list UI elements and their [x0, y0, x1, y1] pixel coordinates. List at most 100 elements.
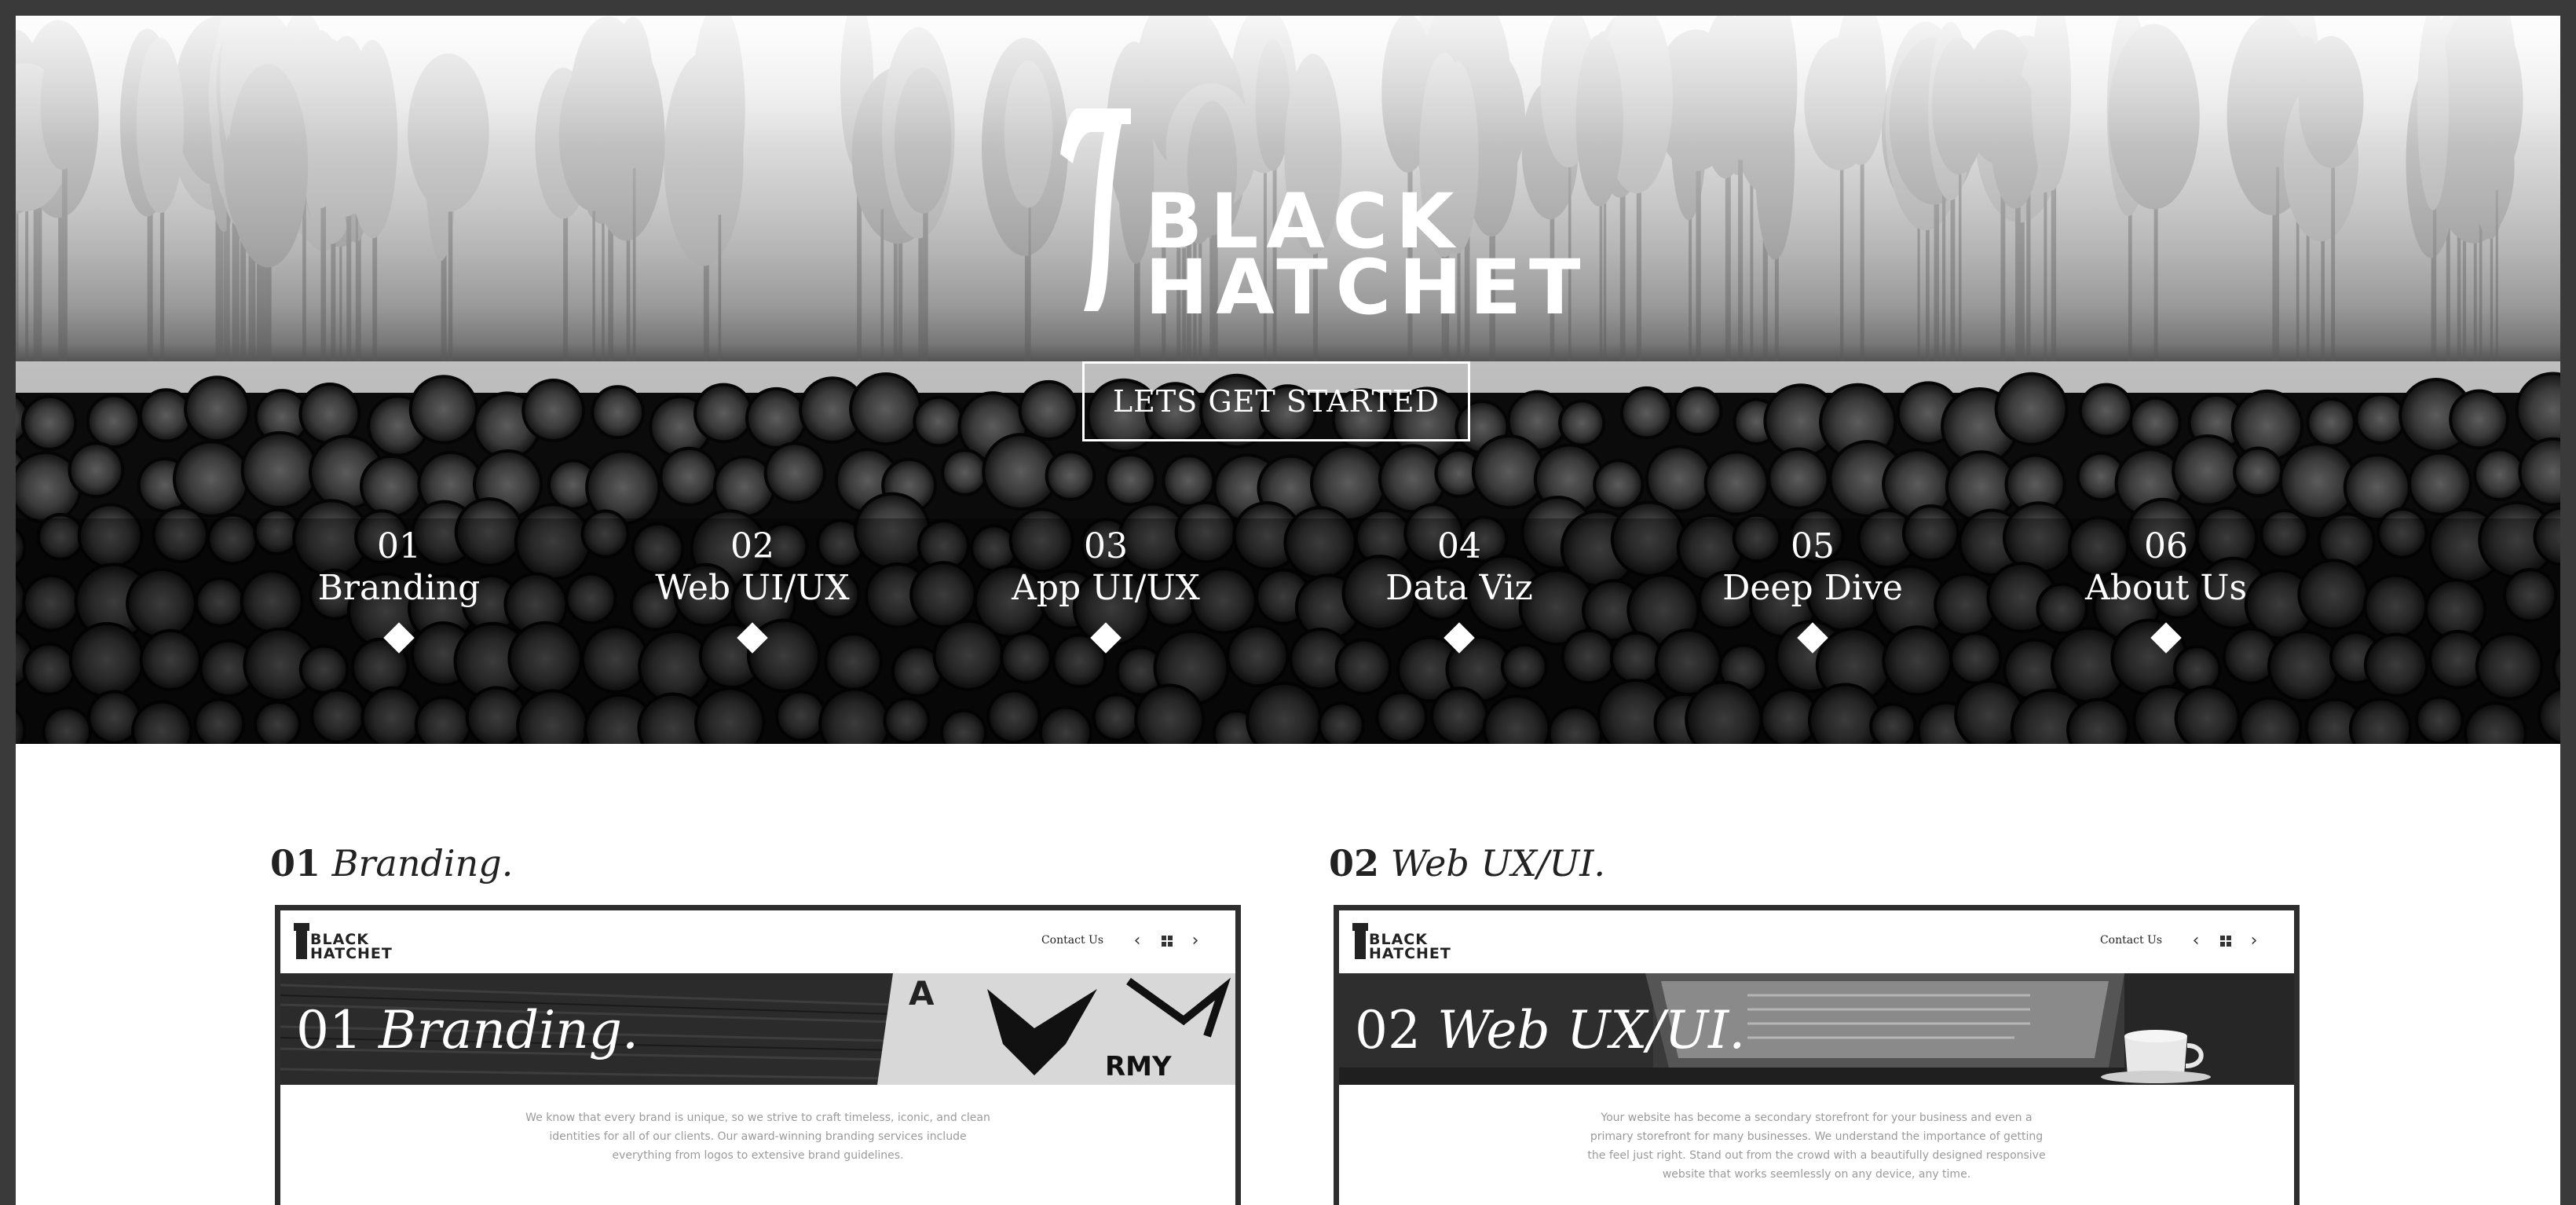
- log-end: [240, 430, 319, 510]
- log-end: [2449, 389, 2509, 450]
- diamond-icon: [737, 621, 768, 654]
- log-end: [2233, 446, 2284, 498]
- section-nav: 01 Branding 02 Web UI/UX 03 App UI/UX 04…: [16, 526, 2560, 683]
- nav-item-data-viz[interactable]: 04 Data Viz: [1334, 526, 1585, 654]
- hatchet-logo-icon: [1352, 923, 1368, 959]
- diamond-icon: [383, 621, 415, 654]
- nav-item-web-ui-ux[interactable]: 02 Web UI/UX: [627, 526, 878, 654]
- grid-icon[interactable]: [1162, 936, 1173, 947]
- log-end: [591, 385, 646, 440]
- nav-item-label: App UI/UX: [1012, 567, 1200, 608]
- log-end: [1619, 386, 1674, 440]
- nav-item-number: 06: [2144, 526, 2188, 566]
- log-end: [2128, 396, 2182, 449]
- log-end: [172, 440, 251, 518]
- nav-item-app-ui-ux[interactable]: 03 App UI/UX: [980, 526, 1231, 654]
- banner-name: Branding.: [378, 1000, 639, 1060]
- chevron-left-icon[interactable]: ‹: [1129, 932, 1146, 950]
- diamond-icon: [1444, 621, 1475, 654]
- nav-item-number: 02: [730, 526, 774, 566]
- log-end: [1471, 434, 1547, 510]
- preview-banner: A RMY 01 Branding.: [280, 973, 1235, 1085]
- log-end: [1673, 386, 1723, 437]
- banner-name: Web UX/UI.: [1436, 1000, 1746, 1060]
- nav-item-branding[interactable]: 01 Branding: [273, 526, 525, 654]
- banner-title: 02 Web UX/UI.: [1355, 1005, 1745, 1057]
- description-line: the feel just right. Stand out from the …: [1587, 1149, 2046, 1162]
- log-end: [2078, 383, 2134, 438]
- log-end: [359, 454, 423, 518]
- log-end: [298, 383, 361, 445]
- section-name: Branding.: [331, 842, 514, 885]
- log-end: [763, 441, 826, 504]
- log-end: [2172, 434, 2244, 507]
- log-end: [940, 449, 989, 496]
- log-end: [2473, 448, 2527, 502]
- svg-text:RMY: RMY: [1105, 1051, 1172, 1082]
- nav-item-number: 03: [1084, 526, 1128, 566]
- grid-icon[interactable]: [2220, 936, 2231, 947]
- preview-logo[interactable]: BLACK HATCHET: [294, 923, 392, 962]
- preview-topbar: BLACK HATCHET Contact Us ‹ ›: [280, 910, 1235, 973]
- log-end: [1703, 450, 1769, 516]
- log-end: [913, 395, 964, 448]
- log-end: [659, 446, 719, 507]
- log-end: [86, 394, 141, 449]
- preview-logo-word-2: HATCHET: [1369, 945, 1451, 962]
- description-line: primary storefront for many businesses. …: [1590, 1130, 2044, 1143]
- description-line: everything from logos to extensive brand…: [612, 1149, 904, 1162]
- preview-description: Your website has become a secondary stor…: [1339, 1108, 2294, 1184]
- diamond-icon: [2150, 621, 2182, 654]
- log-end: [693, 383, 754, 444]
- nav-item-number: 04: [1437, 526, 1481, 566]
- log-end: [2355, 392, 2407, 445]
- log-end: [68, 441, 125, 499]
- chevron-right-icon[interactable]: ›: [1187, 932, 1204, 950]
- contact-us-link[interactable]: Contact Us: [1041, 934, 1103, 947]
- log-end: [2306, 397, 2356, 448]
- chevron-left-icon[interactable]: ‹: [2187, 932, 2205, 950]
- nav-item-number: 05: [1791, 526, 1835, 566]
- banner-number: 02: [1355, 1000, 1421, 1060]
- preview-topbar: BLACK HATCHET Contact Us ‹ ›: [1339, 910, 2294, 973]
- log-end: [1767, 447, 1830, 510]
- log-end: [21, 394, 78, 451]
- nav-item-deep-dive[interactable]: 05 Deep Dive: [1687, 526, 1938, 654]
- section-number: 01: [270, 842, 321, 885]
- log-end: [745, 386, 808, 449]
- lets-get-started-button[interactable]: LETS GET STARTED: [1082, 361, 1470, 441]
- hatchet-logo-icon: [1060, 108, 1131, 311]
- preview-banner: 02 Web UX/UI.: [1339, 973, 2294, 1085]
- nav-item-label: Data Viz: [1385, 567, 1533, 608]
- log-end: [184, 375, 251, 443]
- banner-number: 01: [296, 1000, 362, 1060]
- nav-item-about-us[interactable]: 06 About Us: [2040, 526, 2292, 654]
- preview-description: We know that every brand is unique, so w…: [280, 1108, 1235, 1165]
- logo-word-2: HATCHET: [1145, 244, 1589, 331]
- nav-item-label: Deep Dive: [1722, 567, 1903, 608]
- description-line: website that works seemlessly on any dev…: [1662, 1168, 1971, 1181]
- log-end: [2407, 451, 2473, 516]
- nav-item-number: 01: [377, 526, 421, 566]
- log-end: [408, 375, 479, 445]
- svg-text:A: A: [909, 974, 935, 1013]
- log-end: [521, 379, 586, 442]
- contact-us-link[interactable]: Contact Us: [2100, 934, 2162, 947]
- web-ux-preview-card[interactable]: BLACK HATCHET Contact Us ‹ › 02 Web UX/U…: [1334, 905, 2300, 1205]
- section-name: Web UX/UI.: [1390, 842, 1606, 885]
- nav-item-label: Branding: [317, 567, 481, 608]
- log-end: [1162, 454, 1216, 508]
- section-title-web-ux-ui: 02 Web UX/UI.: [1329, 842, 1605, 885]
- hatchet-logo-icon: [294, 923, 309, 959]
- page-frame: BLACK HATCHET LETS GET STARTED 01 Brandi…: [16, 16, 2560, 1205]
- preview-logo-word-2: HATCHET: [310, 945, 393, 962]
- chevron-right-icon[interactable]: ›: [2245, 932, 2263, 950]
- branding-preview-card[interactable]: BLACK HATCHET Contact Us ‹ › A RMY 01 Br…: [275, 905, 1241, 1205]
- nav-item-label: Web UI/UX: [655, 567, 850, 608]
- hero-section: BLACK HATCHET LETS GET STARTED 01 Brandi…: [16, 16, 2560, 744]
- preview-logo[interactable]: BLACK HATCHET: [1352, 923, 1451, 962]
- log-end: [1018, 379, 1079, 441]
- diamond-icon: [1090, 621, 1122, 654]
- brand-logo[interactable]: BLACK HATCHET: [1060, 108, 1581, 325]
- description-line: identities for all of our clients. Our a…: [549, 1130, 967, 1143]
